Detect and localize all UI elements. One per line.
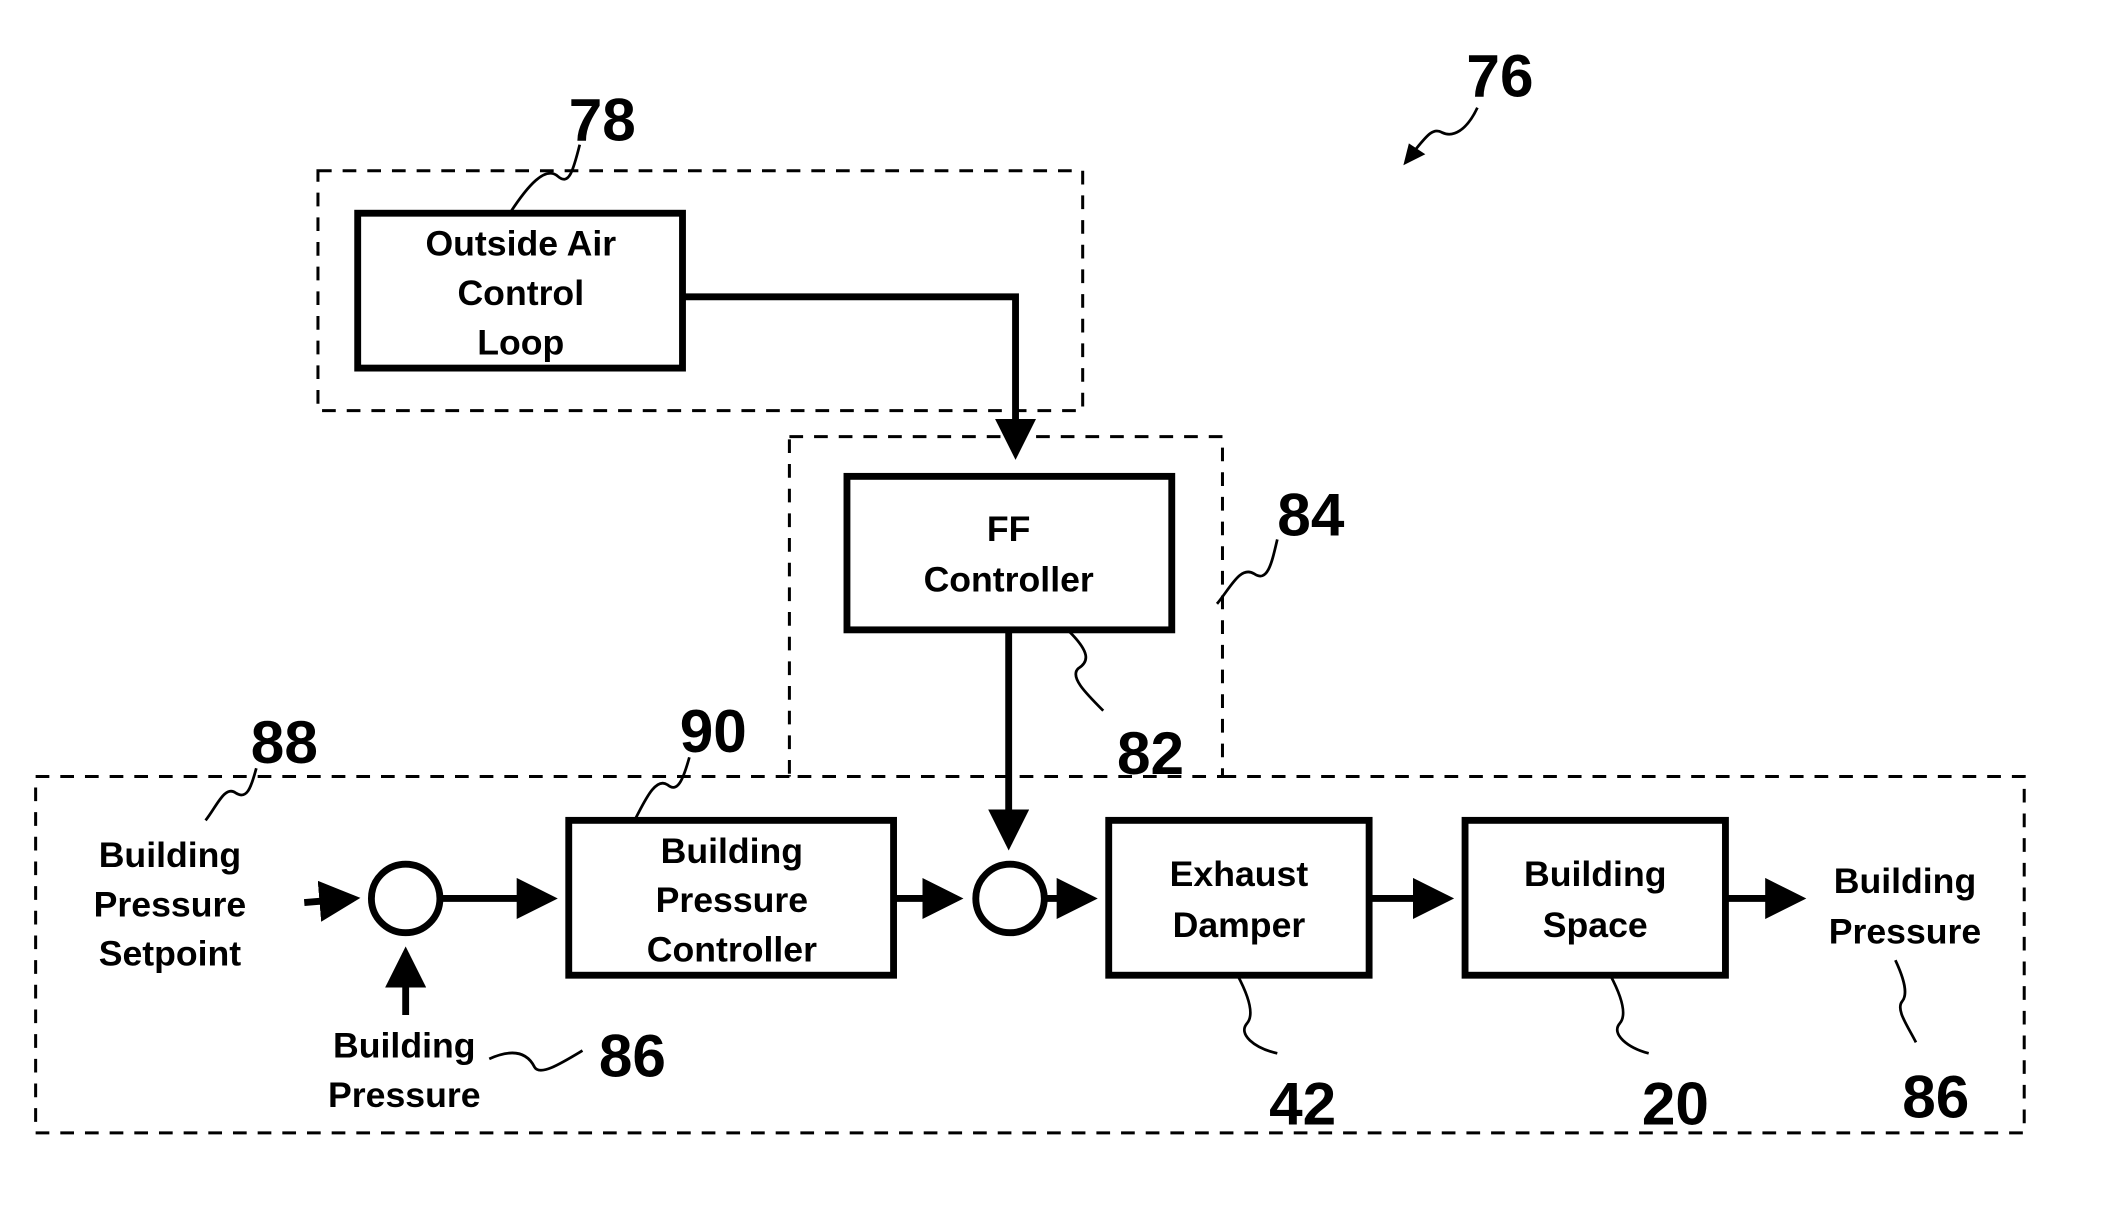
bp-controller-label-2: Pressure: [656, 880, 809, 920]
outside-air-label-3: Loop: [477, 322, 564, 362]
outside-air-reference-leader: [508, 144, 582, 214]
bp-controller-reference: 90: [680, 697, 747, 765]
feedback-label-2: Pressure: [328, 1075, 481, 1115]
ff-group-reference-leader: [1215, 539, 1279, 605]
ff-controller-reference: 82: [1117, 719, 1184, 787]
building-space-label-1: Building: [1524, 854, 1666, 894]
outside-air-label-2: Control: [457, 273, 584, 313]
summing-junction-feedforward: [972, 860, 1048, 937]
ff-group-reference: 84: [1277, 480, 1345, 548]
bp-controller-reference-leader: [633, 756, 691, 822]
exhaust-damper-reference-leader: [1236, 974, 1278, 1055]
setpoint-label-1: Building: [99, 835, 241, 875]
building-space-block: [1461, 816, 1729, 979]
setpoint-wire: [303, 880, 361, 922]
building-space-reference-leader: [1609, 974, 1650, 1055]
exhaust-damper-label-1: Exhaust: [1170, 854, 1309, 894]
setpoint-label-2: Pressure: [94, 884, 247, 924]
figure-reference: 76: [1466, 42, 1533, 110]
figure-reference-arrowhead: [1403, 143, 1426, 166]
outside-air-to-ff-wire: [682, 293, 1037, 460]
feedback-reference: 86: [599, 1022, 666, 1090]
ff-controller-reference-leader: [1068, 630, 1105, 712]
control-loop-diagram: 76 Outside Air Control Loop 78 FF Contro…: [34, 42, 2026, 1138]
bp-controller-label-1: Building: [661, 831, 803, 871]
building-space-reference: 20: [1642, 1070, 1709, 1138]
outside-air-label-1: Outside Air: [425, 224, 616, 264]
setpoint-label-3: Setpoint: [99, 934, 242, 974]
figure-reference-arrow: [1410, 107, 1479, 156]
setpoint-reference: 88: [251, 708, 318, 776]
feedback-reference-leader: [488, 1049, 584, 1072]
outside-air-reference: 78: [569, 86, 636, 154]
summing-junction-error: [367, 860, 444, 937]
ff-controller-block: [843, 472, 1176, 634]
bp-controller-label-3: Controller: [647, 930, 817, 970]
output-reference: 86: [1902, 1063, 1969, 1131]
output-label-2: Pressure: [1829, 912, 1982, 952]
building-space-label-2: Space: [1543, 905, 1648, 945]
exhaust-damper-label-2: Damper: [1173, 905, 1306, 945]
exhaust-damper-reference: 42: [1269, 1070, 1336, 1138]
output-reference-leader: [1894, 959, 1918, 1043]
feedback-label-1: Building: [333, 1025, 475, 1065]
exhaust-damper-block: [1105, 816, 1373, 979]
ff-controller-label-1: FF: [987, 509, 1031, 549]
output-label-1: Building: [1834, 861, 1976, 901]
ff-controller-label-2: Controller: [924, 559, 1094, 599]
